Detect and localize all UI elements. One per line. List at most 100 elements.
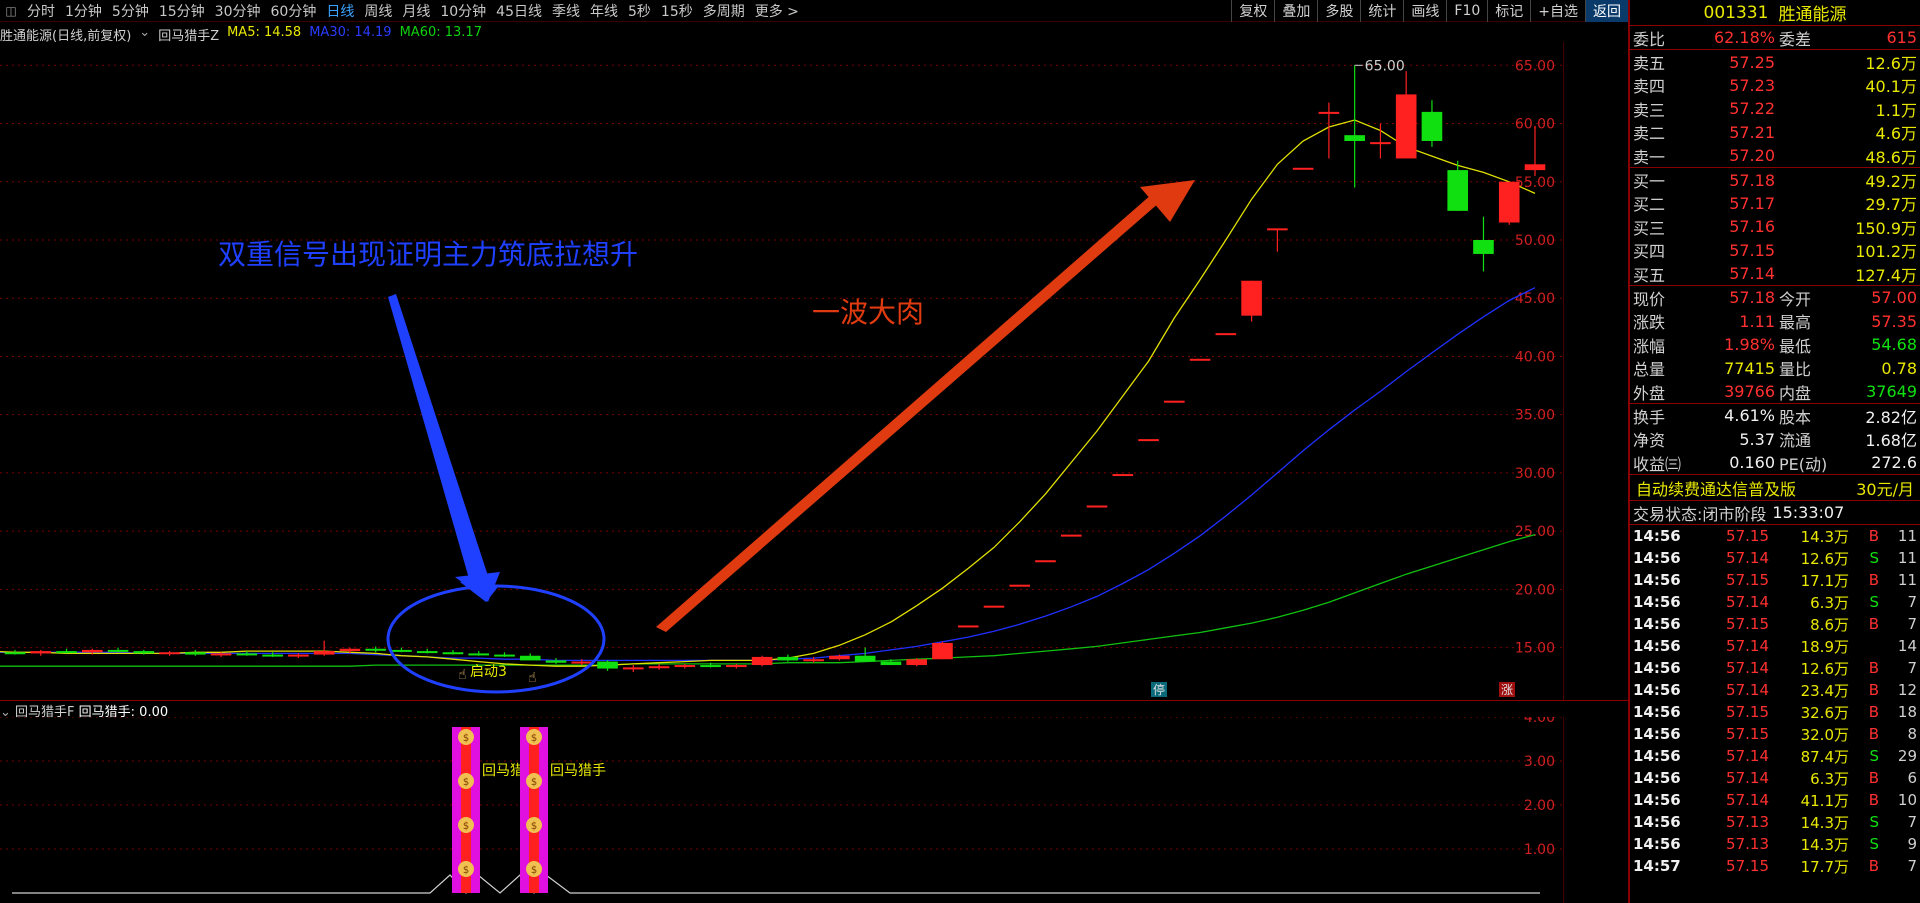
period-tab[interactable]: 周线 [359, 1, 397, 21]
toolbar-button[interactable]: 返回 [1585, 0, 1628, 22]
stat-label: 外盘 [1633, 383, 1666, 403]
tick-volume: 12.6万 [1800, 659, 1849, 678]
toolbar-button[interactable]: 复权 [1231, 0, 1274, 22]
promo-price: 30元/月 [1856, 479, 1914, 499]
tick-price: 57.14 [1726, 659, 1769, 678]
candle [1189, 358, 1211, 361]
toolbar-button[interactable]: 多股 [1317, 0, 1360, 22]
tick-time: 14:56 [1633, 659, 1681, 678]
stat-label: 涨跌 [1633, 313, 1666, 333]
bids-volume: 101.2万 [1855, 242, 1917, 262]
bids-price: 57.18 [1729, 170, 1775, 190]
candle [829, 655, 850, 660]
toolbar-button[interactable]: F10 [1446, 0, 1487, 22]
period-tab[interactable]: 15秒 [656, 1, 698, 21]
toolbar-button[interactable]: 统计 [1360, 0, 1403, 22]
candle [365, 648, 386, 651]
kline-chart[interactable]: 65.0060.0055.0050.0045.0040.0035.0030.00… [0, 42, 1564, 700]
tick-time: 14:56 [1633, 681, 1681, 700]
ma30-line [0, 287, 1536, 662]
tick-direction: B [1868, 659, 1879, 678]
stat-label: 股本 [1779, 407, 1812, 427]
indicator-dropdown-icon[interactable]: ⌄ [139, 25, 150, 43]
asks-price: 57.22 [1729, 99, 1775, 119]
asks-price: 57.21 [1729, 122, 1775, 142]
candle [1035, 560, 1056, 563]
toolbar-button[interactable]: 标记 [1487, 0, 1530, 22]
asks-volume: 1.1万 [1875, 100, 1917, 120]
trade-state: 交易状态: 闭市阶段 15:33:07 [1630, 501, 1920, 526]
money-bag-glyph: $ [463, 865, 469, 876]
indicator-name[interactable]: 回马猎手Z [158, 25, 219, 44]
stop-badge-label: 停 [1153, 682, 1165, 697]
tick-time: 14:56 [1633, 703, 1681, 722]
quote-panel: 001331 胜通能源 委比 62.18% 委差 615 卖五 57.25 12.6… [1628, 0, 1920, 903]
toolbar-button[interactable]: 叠加 [1274, 0, 1317, 22]
period-tab[interactable]: 5秒 [623, 1, 656, 21]
tick-price: 57.15 [1726, 703, 1769, 722]
promo-banner[interactable]: 自动续费通达信普及版 30元/月 [1630, 475, 1920, 502]
period-tab[interactable]: 多周期 [698, 1, 750, 21]
bids-price: 57.15 [1729, 240, 1775, 260]
candle [468, 653, 490, 656]
stat-label: 现价 [1633, 290, 1666, 309]
stat-row: 涨跌 1.11 最高 57.35 [1630, 310, 1920, 333]
period-tab[interactable]: 15分钟 [154, 1, 210, 21]
period-tab[interactable]: 年线 [585, 1, 623, 21]
candle [777, 656, 799, 661]
ma5-label: MA5: 14.58 [227, 25, 302, 40]
tick-count: 11 [1897, 527, 1917, 546]
toolbar-button[interactable]: +自选 [1530, 0, 1585, 22]
tick-row: 14:57 57.15 17.7万 B 7 [1630, 855, 1920, 877]
candle [185, 652, 206, 655]
candle [803, 659, 824, 662]
menu-icon[interactable]: ◫ [0, 0, 22, 22]
candle [751, 656, 773, 666]
bids-volume: 49.2万 [1865, 172, 1917, 192]
tick-direction: B [1868, 615, 1879, 634]
hand-icon: ☝ [458, 667, 467, 683]
tick-direction: S [1869, 747, 1879, 766]
bids-volume: 150.9万 [1855, 218, 1917, 238]
period-tab[interactable]: 10分钟 [435, 1, 491, 21]
signal-bar: $ $ $ $ 回马猎手 [520, 727, 606, 893]
tick-row: 14:56 57.13 14.3万 S 7 [1630, 811, 1920, 833]
bids-label: 买五 [1633, 265, 1666, 285]
tick-price: 57.15 [1726, 527, 1769, 546]
period-tab[interactable]: 日线 [321, 1, 359, 21]
candle [906, 659, 927, 666]
tick-count: 29 [1897, 747, 1917, 766]
period-tab[interactable]: 5分钟 [107, 1, 154, 21]
ma60-label: MA60: 13.17 [399, 25, 482, 40]
bids-row: 买三 57.16 150.9万 [1630, 215, 1920, 238]
tick-list[interactable]: 14:56 57.15 14.3万 B 11 14:56 57.14 12.6万 S 11 14:5… [1630, 525, 1920, 877]
tick-time: 14:56 [1633, 549, 1681, 568]
tool-buttons: 复权 叠加 多股 统计 画线 F10 标记 +自选 返回 [1231, 0, 1628, 22]
period-tab[interactable]: 60分钟 [266, 1, 322, 21]
stat-label: 内盘 [1779, 383, 1812, 403]
stat-label: 量比 [1779, 360, 1812, 380]
tick-direction: S [1869, 835, 1879, 854]
stat-label: 流通 [1779, 431, 1812, 451]
toolbar-button[interactable]: 画线 [1403, 0, 1446, 22]
candle [159, 652, 180, 655]
stat-row: 外盘 39766 内盘 37649 [1630, 380, 1920, 403]
bids-row: 买一 57.18 49.2万 [1630, 168, 1920, 192]
stat-value: 57.18 [1729, 288, 1775, 308]
asks-volume: 4.6万 [1875, 124, 1917, 144]
tick-volume: 14.3万 [1800, 527, 1849, 546]
period-tab[interactable]: 季线 [547, 1, 585, 21]
hand-icon: ☝ [528, 670, 537, 686]
bids-price: 57.16 [1729, 217, 1775, 237]
period-tab[interactable]: 月线 [397, 1, 435, 21]
stock-name: 胜通能源 [1778, 5, 1847, 25]
period-tab[interactable]: 分时 [22, 1, 60, 21]
period-tab[interactable]: 45日线 [491, 1, 547, 21]
stat-row: 净资 5.37 流通 1.68亿 [1630, 428, 1920, 451]
period-tab[interactable]: 30分钟 [210, 1, 266, 21]
stat-row: 现价 57.18 今开 57.00 [1630, 286, 1920, 309]
sub-indicator-title: ⌄ 回马猎手F 回马猎手: 0.00 [0, 701, 168, 720]
period-tab[interactable]: 更多 > [750, 1, 804, 21]
sub-indicator-chart[interactable]: 4.003.002.001.00$$$$回马猎手$$$$回马猎手 [0, 717, 1564, 903]
period-tab[interactable]: 1分钟 [60, 1, 107, 21]
